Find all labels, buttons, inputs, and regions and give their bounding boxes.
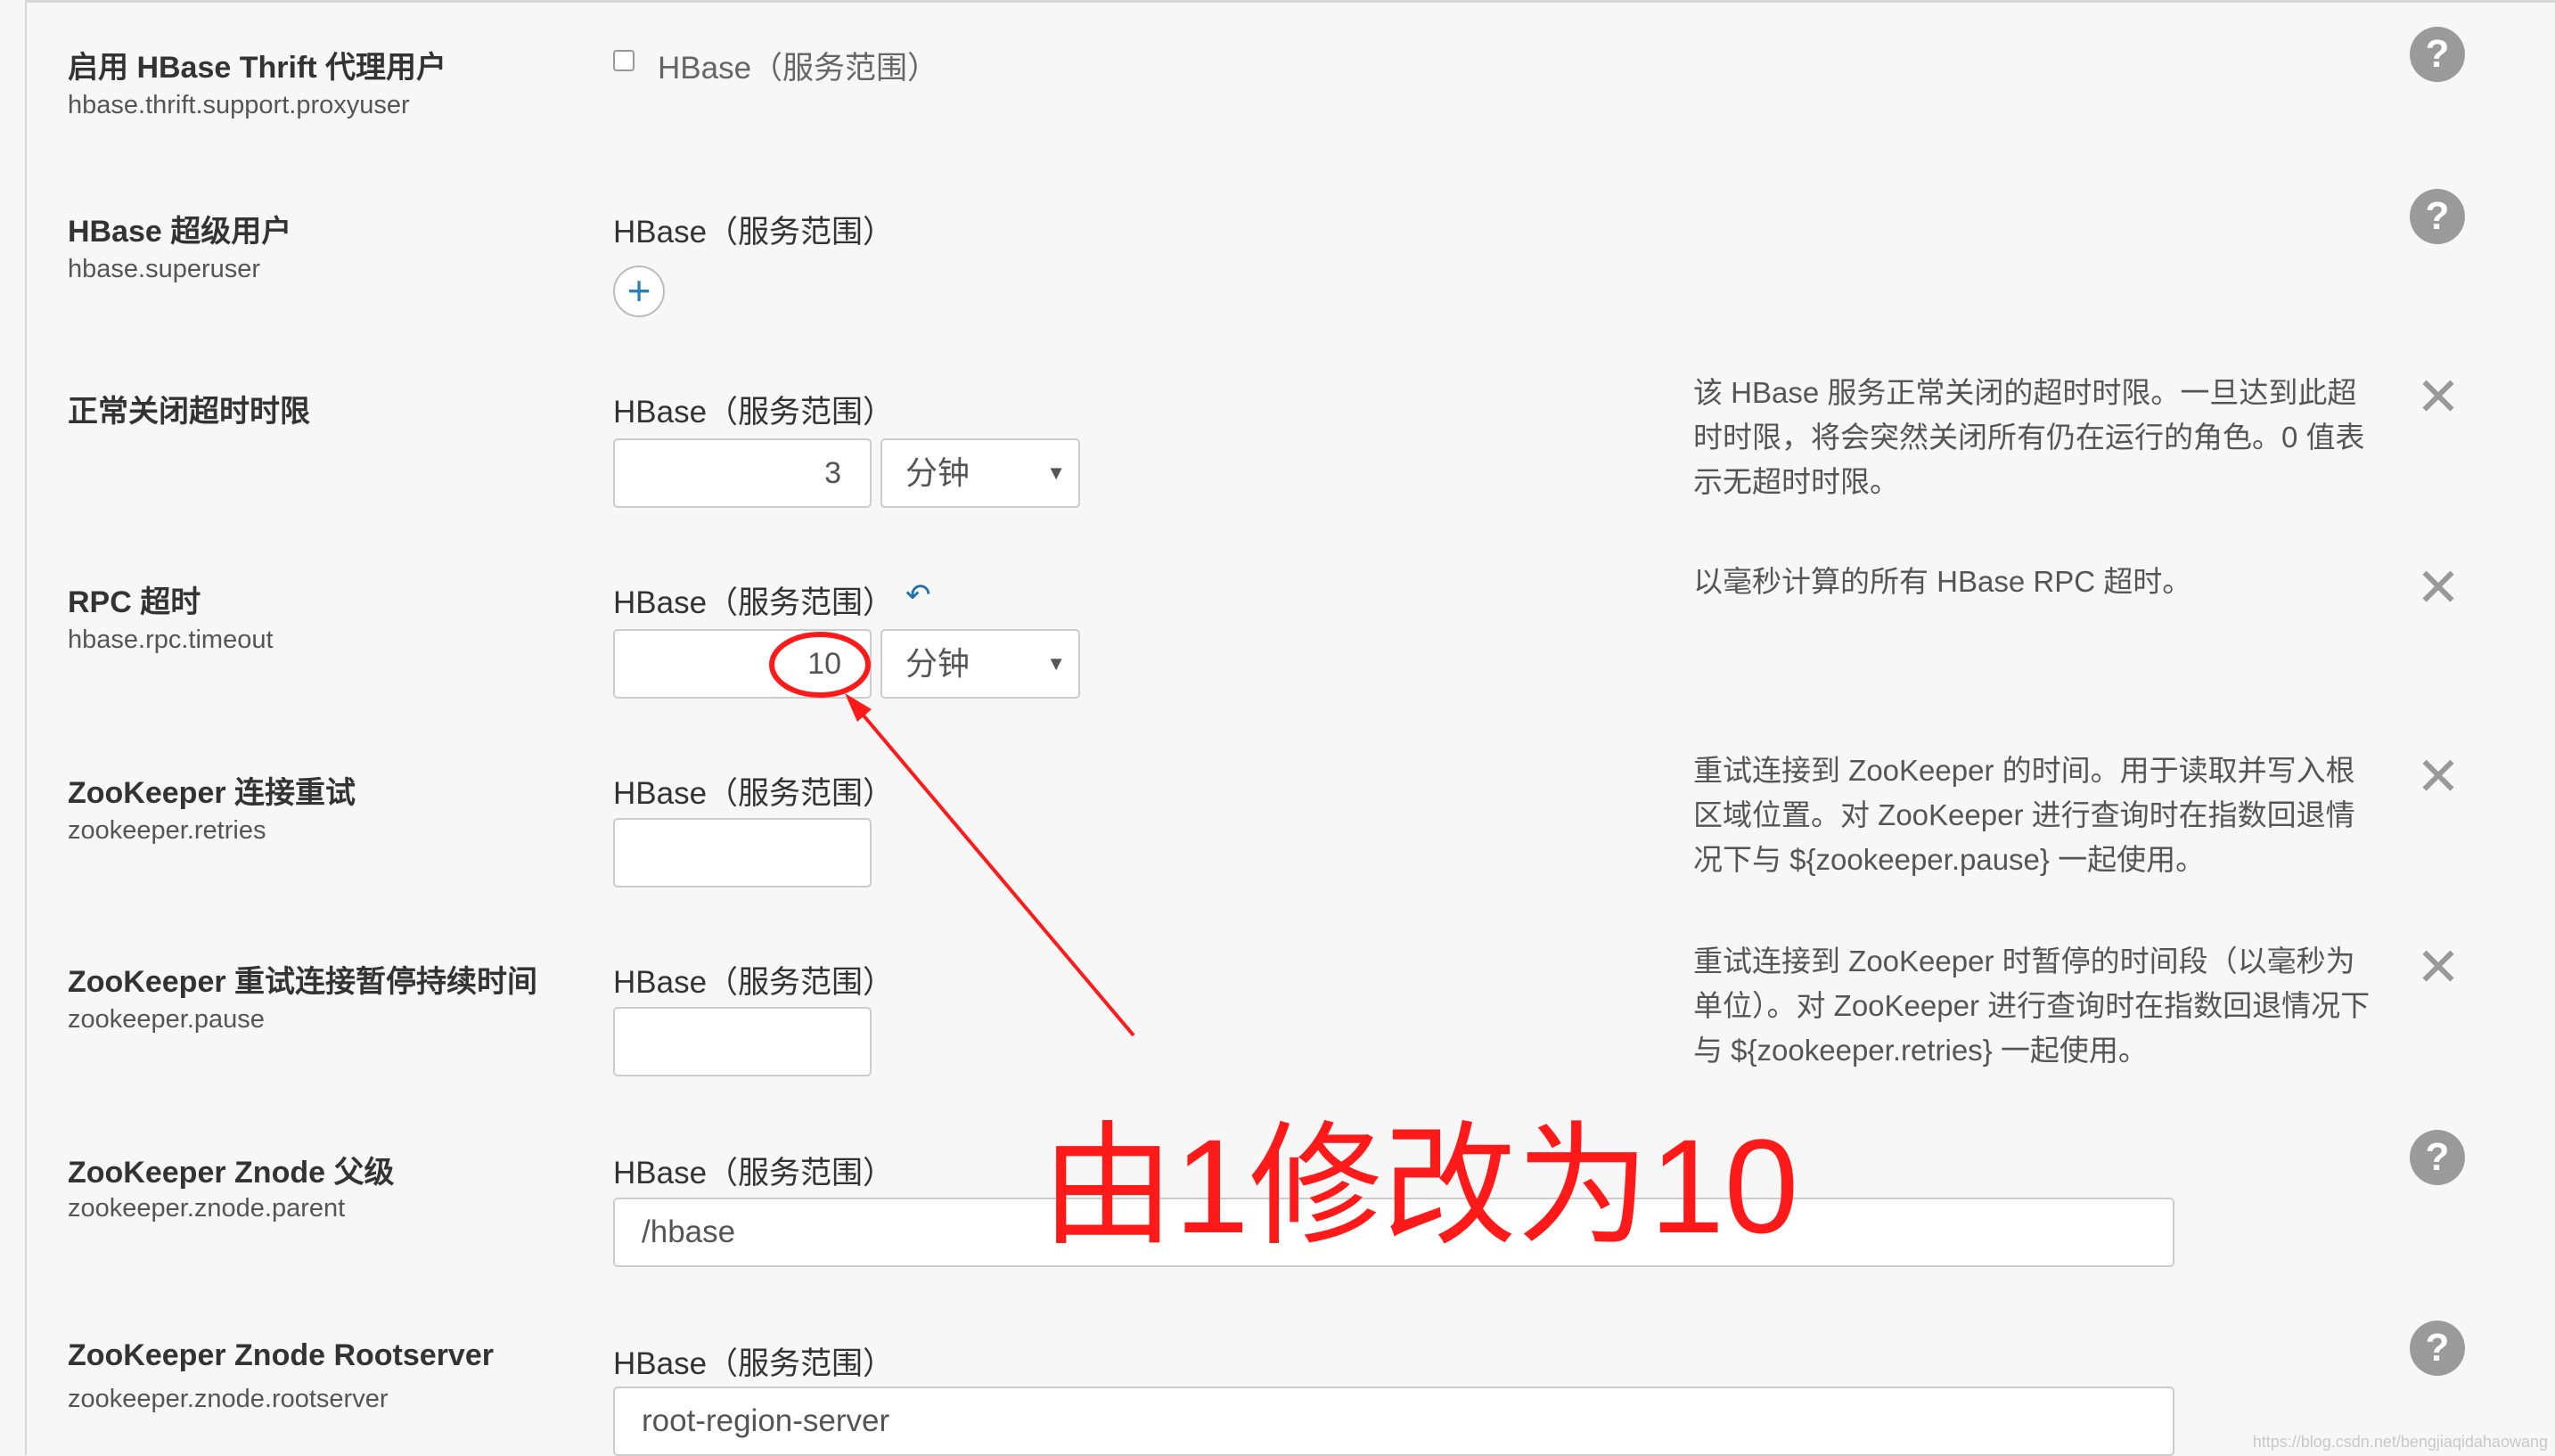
- zk-retries-input[interactable]: [613, 818, 872, 888]
- top-divider: [25, 0, 2555, 3]
- proxyuser-checkbox[interactable]: [613, 50, 635, 71]
- config-page: 启用 HBase Thrift 代理用户 hbase.thrift.suppor…: [0, 0, 2555, 1456]
- unit-select[interactable]: 分钟 ▼: [880, 438, 1080, 508]
- help-icon[interactable]: ?: [2410, 1130, 2465, 1185]
- unit-value: 分钟: [905, 645, 970, 682]
- setting-key: zookeeper.retries: [68, 816, 266, 845]
- watermark: https://blog.csdn.net/bengjiaqidahaowang: [2252, 1433, 2548, 1451]
- shutdown-timeout-input[interactable]: 3: [613, 438, 872, 508]
- scope-label: HBase（服务范围）: [613, 1346, 895, 1381]
- setting-description: 重试连接到 ZooKeeper 的时间。用于读取并写入根区域位置。对 ZooKe…: [1693, 754, 2355, 876]
- help-icon[interactable]: ?: [2410, 189, 2465, 244]
- setting-key: zookeeper.znode.rootserver: [68, 1385, 389, 1413]
- chevron-down-icon: ▼: [1046, 462, 1066, 484]
- scope-label: HBase（服务范围）: [613, 395, 895, 429]
- help-icon[interactable]: ?: [2410, 27, 2465, 82]
- close-icon[interactable]: ✕: [2415, 561, 2461, 615]
- checkbox-label: HBase（服务范围）: [658, 51, 939, 86]
- setting-description: 以毫秒计算的所有 HBase RPC 超时。: [1693, 565, 2192, 598]
- left-divider: [25, 0, 27, 1455]
- setting-key: hbase.thrift.support.proxyuser: [68, 91, 410, 119]
- setting-name: RPC 超时: [68, 585, 201, 619]
- setting-name: 启用 HBase Thrift 代理用户: [68, 51, 447, 85]
- unit-value: 分钟: [905, 454, 970, 491]
- close-icon[interactable]: ✕: [2415, 371, 2461, 424]
- chevron-down-icon: ▼: [1046, 652, 1066, 675]
- annotation-text: 由1修改为10: [1041, 1111, 1799, 1261]
- scope-label: HBase（服务范围）: [613, 776, 895, 811]
- setting-key: zookeeper.pause: [68, 1005, 265, 1034]
- annotation-arrow-line: [852, 702, 1135, 1037]
- close-icon[interactable]: ✕: [2415, 750, 2461, 804]
- undo-icon[interactable]: ↶: [905, 577, 931, 613]
- setting-name: 正常关闭超时时限: [68, 395, 310, 429]
- scope-label: HBase（服务范围）: [613, 215, 895, 249]
- help-icon[interactable]: ?: [2410, 1321, 2465, 1376]
- scope-label: HBase（服务范围）: [613, 585, 895, 620]
- scope-label: HBase（服务范围）: [613, 965, 895, 1000]
- zk-pause-input[interactable]: [613, 1007, 872, 1076]
- unit-select[interactable]: 分钟 ▼: [880, 629, 1080, 699]
- setting-name: ZooKeeper 连接重试: [68, 776, 356, 810]
- add-superuser-button[interactable]: +: [613, 266, 665, 317]
- setting-name: ZooKeeper 重试连接暂停持续时间: [68, 965, 538, 999]
- setting-name: ZooKeeper Znode 父级: [68, 1156, 395, 1190]
- scope-label: HBase（服务范围）: [613, 1156, 895, 1190]
- setting-description: 该 HBase 服务正常关闭的超时时限。一旦达到此超时时限，将会突然关闭所有仍在…: [1693, 376, 2365, 498]
- setting-name: HBase 超级用户: [68, 215, 292, 249]
- setting-key: hbase.rpc.timeout: [68, 626, 274, 654]
- setting-key: zookeeper.znode.parent: [68, 1194, 346, 1223]
- znode-rootserver-input[interactable]: root-region-server: [613, 1386, 2174, 1456]
- setting-name: ZooKeeper Znode Rootserver: [68, 1338, 494, 1372]
- rpc-timeout-input[interactable]: 10: [613, 629, 872, 699]
- setting-description: 重试连接到 ZooKeeper 时暂停的时间段（以毫秒为单位）。对 ZooKee…: [1693, 945, 2371, 1067]
- setting-key: hbase.superuser: [68, 255, 261, 283]
- close-icon[interactable]: ✕: [2415, 941, 2461, 994]
